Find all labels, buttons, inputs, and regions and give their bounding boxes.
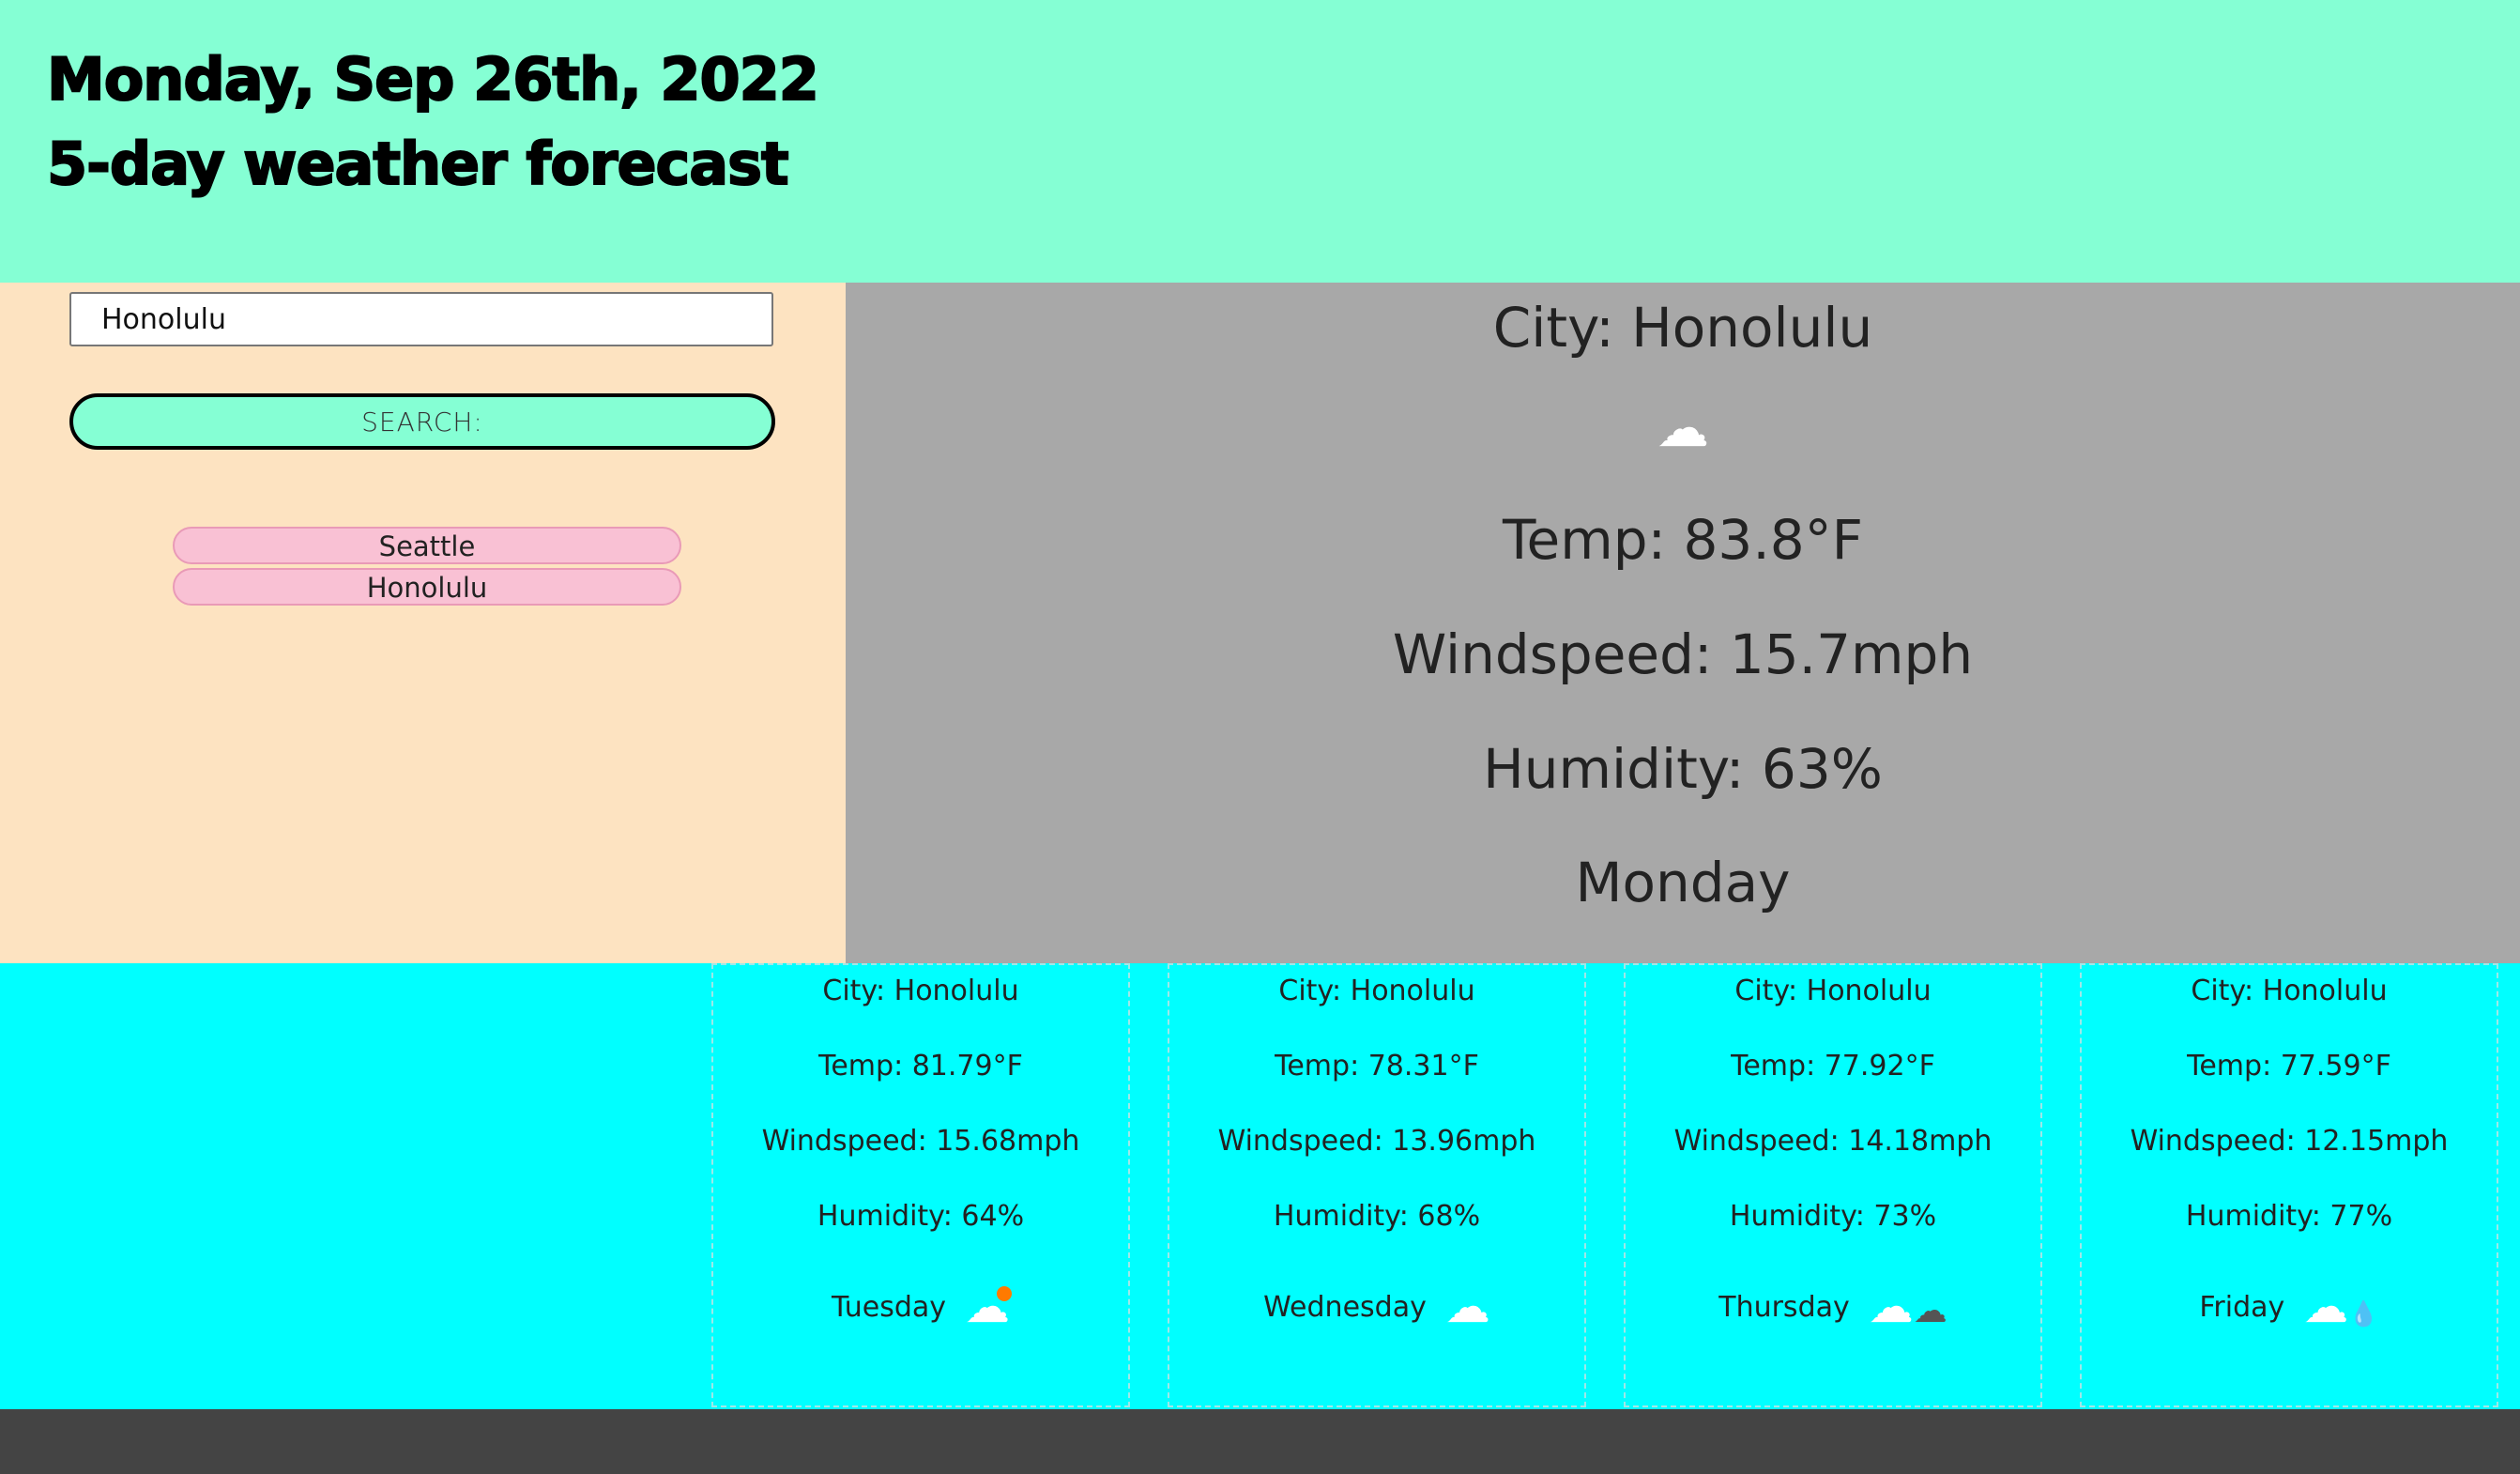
search-sidebar: SEARCH: Seattle Honolulu [0,283,846,963]
cloud-icon: ☁ [1657,398,1709,459]
forecast-section: City: Honolulu Temp: 81.79°F Windspeed: … [0,963,2520,1409]
current-city: City: Honolulu [1492,296,1873,360]
forecast-day-row: Wednesday ☁ [1169,1284,1584,1329]
forecast-windspeed: Windspeed: 14.18mph [1673,1125,1993,1158]
forecast-city: City: Honolulu [822,975,1019,1007]
page-header: Monday, Sep 26th, 2022 5-day weather for… [0,0,2520,283]
forecast-day-row: Thursday ☁☁ [1626,1284,2040,1329]
broken-clouds-icon: ☁☁ [1868,1281,1947,1333]
search-button[interactable]: SEARCH: [69,393,775,450]
forecast-day: Tuesday [831,1290,947,1324]
forecast-day: Thursday [1718,1290,1850,1324]
forecast-card-tuesday: City: Honolulu Temp: 81.79°F Windspeed: … [711,963,1130,1407]
forecast-humidity: Humidity: 64% [817,1200,1025,1233]
forecast-humidity: Humidity: 73% [1729,1200,1937,1233]
page-title: 5-day weather forecast [46,129,790,199]
rain-icon: ☁💧 [2303,1281,2379,1333]
forecast-temp: Temp: 81.79°F [818,1050,1023,1082]
forecast-day: Wednesday [1263,1290,1427,1324]
current-temp: Temp: 83.8°F [1502,508,1864,572]
forecast-card-wednesday: City: Honolulu Temp: 78.31°F Windspeed: … [1168,963,1586,1407]
forecast-windspeed: Windspeed: 15.68mph [761,1125,1080,1158]
page-footer [0,1409,2520,1474]
search-history: Seattle Honolulu [173,527,681,609]
forecast-card-thursday: City: Honolulu Temp: 77.92°F Windspeed: … [1624,963,2042,1407]
forecast-day: Friday [2199,1290,2285,1324]
forecast-city: City: Honolulu [1734,975,1932,1007]
forecast-windspeed: Windspeed: 13.96mph [1217,1125,1536,1158]
forecast-windspeed: Windspeed: 12.15mph [2130,1125,2449,1158]
forecast-temp: Temp: 77.59°F [2187,1050,2391,1082]
city-search-input[interactable] [69,292,773,346]
forecast-temp: Temp: 78.31°F [1275,1050,1479,1082]
date-heading: Monday, Sep 26th, 2022 [46,44,820,115]
current-windspeed: Windspeed: 15.7mph [1392,622,1974,686]
partly-sunny-icon: ☁ [965,1281,1013,1333]
current-day: Monday [1575,851,1791,914]
history-item-honolulu[interactable]: Honolulu [173,568,681,606]
current-weather-panel: City: Honolulu ☁ Temp: 83.8°F Windspeed:… [846,283,2520,963]
forecast-temp: Temp: 77.92°F [1731,1050,1935,1082]
history-item-seattle[interactable]: Seattle [173,527,681,564]
forecast-day-row: Tuesday ☁ [713,1284,1128,1329]
forecast-city: City: Honolulu [1278,975,1475,1007]
forecast-day-row: Friday ☁💧 [2082,1284,2497,1329]
forecast-city: City: Honolulu [2191,975,2388,1007]
current-humidity: Humidity: 63% [1483,737,1883,801]
forecast-humidity: Humidity: 68% [1273,1200,1481,1233]
forecast-humidity: Humidity: 77% [2185,1200,2393,1233]
forecast-card-friday: City: Honolulu Temp: 77.59°F Windspeed: … [2080,963,2498,1407]
cloud-icon: ☁ [1444,1281,1490,1333]
